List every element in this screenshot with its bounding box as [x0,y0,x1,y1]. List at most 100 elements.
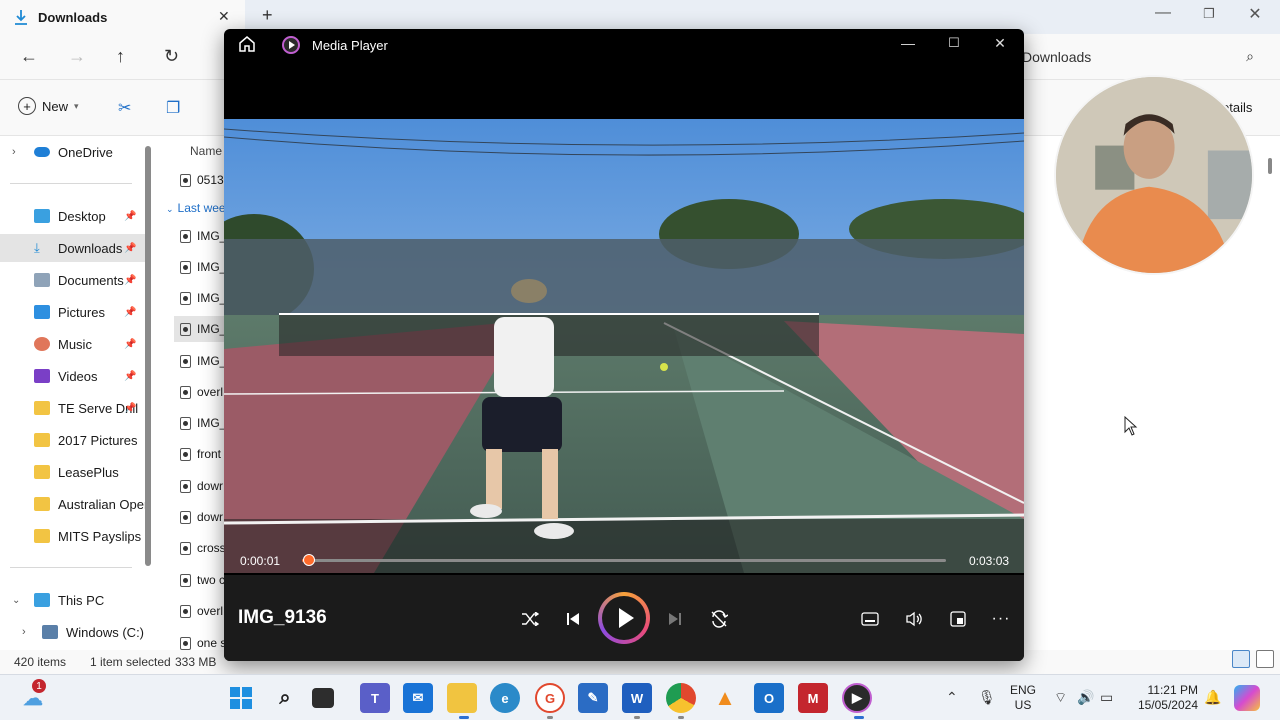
list-item[interactable]: front [174,441,230,467]
chrome-app-icon[interactable]: G [535,683,565,713]
list-item[interactable]: dowr [174,504,230,530]
group-header[interactable]: ⌄ Last wee [166,201,226,215]
close-window-icon[interactable]: ✕ [1232,4,1278,24]
previous-icon[interactable] [559,605,587,633]
microphone-icon[interactable]: 🎙 [978,689,996,706]
sidebar-item-videos[interactable]: Videos 📌 [0,362,146,390]
sidebar-item-music[interactable]: Music 📌 [0,330,146,358]
download-icon [15,10,27,25]
search-icon[interactable]: ⌕ [1246,48,1254,65]
column-header-name[interactable]: Name [190,144,222,158]
sidebar-item-te-serve-drill[interactable]: TE Serve Drill 📌 [0,394,146,422]
list-item[interactable]: overl [174,598,230,624]
chevron-right-icon[interactable]: › [12,146,16,158]
speaker-icon[interactable]: 🔊 [1077,689,1094,706]
sidebar-item-windows-c[interactable]: › Windows (C:) [0,618,146,646]
restore-icon[interactable]: ❐ [1186,6,1232,22]
chevron-right-icon[interactable]: › [22,626,26,638]
sidebar-item-pictures[interactable]: Pictures 📌 [0,298,146,326]
snipping-tool-icon[interactable]: ✎ [578,683,608,713]
list-item-selected[interactable]: IMG_ [174,316,230,342]
list-item[interactable]: IMG_ [174,285,230,311]
word-icon[interactable]: W [622,683,652,713]
wifi-icon[interactable]: ⌔ [1054,689,1067,707]
play-button[interactable] [598,592,650,644]
pin-icon: 📌 [124,306,137,318]
video-frame[interactable] [224,119,1024,573]
chevron-down-icon[interactable]: ⌄ [12,595,20,606]
sidebar-item-2017-pictures[interactable]: 2017 Pictures [0,426,146,454]
close-tab-icon[interactable]: ✕ [218,8,230,25]
chevron-up-icon[interactable]: ⌃ [946,689,958,706]
media-player-taskbar-icon[interactable]: ▶ [842,683,872,713]
sidebar-item-mits-payslips[interactable]: MITS Payslips [0,522,146,550]
list-item[interactable]: IMG_ [174,223,230,249]
active-indicator [854,716,864,719]
cut-icon[interactable]: ✂ [118,98,131,118]
tiles-view-icon[interactable] [1256,650,1274,668]
list-item[interactable]: IMG_ [174,254,230,280]
clock[interactable]: 11:21 PM 15/05/2024 [1128,683,1198,713]
sidebar-item-downloads[interactable]: ⤓ Downloads 📌 [0,234,146,262]
next-icon[interactable] [661,605,689,633]
sidebar-item-label: This PC [58,592,105,608]
teams-icon[interactable]: T [360,683,390,713]
sidebar-item-this-pc[interactable]: ⌄ This PC [0,586,146,614]
home-icon[interactable] [238,35,256,53]
list-item[interactable]: dowr [174,473,230,499]
file-list-scrollbar[interactable] [1268,158,1272,174]
volume-icon[interactable] [900,605,928,633]
sidebar-item-leaseplus[interactable]: LeasePlus [0,458,146,486]
minimize-icon[interactable]: — [1140,4,1186,22]
file-explorer-icon[interactable] [447,683,477,713]
more-options-icon[interactable]: ··· [987,605,1015,633]
mini-player-icon[interactable] [944,605,972,633]
chrome-icon[interactable] [666,683,696,713]
up-icon[interactable]: ↑ [116,46,125,67]
language-indicator[interactable]: ENG US [1010,683,1036,713]
edge-icon[interactable]: e [490,683,520,713]
sidebar-item-label: Desktop [58,208,106,224]
battery-icon[interactable]: ▭ [1100,689,1113,706]
sidebar-scrollbar[interactable] [145,146,151,566]
maximize-icon[interactable]: ☐ [934,35,974,51]
outlook-icon[interactable]: O [754,683,784,713]
mcafee-icon[interactable]: M [798,683,828,713]
list-item[interactable]: overl [174,379,230,405]
new-button[interactable]: + New ▾ [18,97,79,115]
back-icon[interactable]: ← [20,46,38,67]
copy-icon[interactable]: ❐ [166,98,180,118]
search-icon[interactable]: ⌕ [270,683,300,713]
sidebar-item-documents[interactable]: Documents 📌 [0,266,146,294]
forward-icon[interactable]: → [68,46,86,67]
seek-bar[interactable]: 0:00:01 0:03:03 [224,545,1024,575]
refresh-icon[interactable]: ↻ [164,46,179,67]
copilot-icon[interactable] [1234,685,1260,711]
minimize-icon[interactable]: — [888,35,928,51]
repeat-off-icon[interactable] [705,605,733,633]
address-bar[interactable]: Downloads ⌕ [1010,42,1268,72]
sidebar-item-australian-open[interactable]: Australian Open [0,490,151,518]
sidebar-item-onedrive[interactable]: › OneDrive [0,138,146,166]
list-item[interactable]: one s [174,630,230,650]
tab-downloads[interactable]: Downloads ✕ [0,0,245,34]
shuffle-icon[interactable] [516,605,544,633]
captions-icon[interactable] [856,605,884,633]
mail-icon[interactable]: ✉ [403,683,433,713]
task-view-icon[interactable] [312,688,334,708]
list-item[interactable]: two c [174,567,230,593]
sidebar-item-desktop[interactable]: Desktop 📌 [0,202,146,230]
details-view-icon[interactable] [1232,650,1250,668]
vlc-icon[interactable]: ▲ [710,683,740,713]
notifications-icon[interactable]: 🔔 [1204,689,1221,706]
list-item[interactable]: 0513 [174,167,230,193]
close-icon[interactable]: ✕ [980,35,1020,52]
pin-icon: 📌 [124,370,137,382]
list-item[interactable]: IMG_ [174,348,230,374]
start-icon[interactable] [226,683,256,713]
seek-thumb[interactable] [303,554,316,566]
list-item[interactable]: IMG_ [174,410,230,436]
seek-track[interactable] [302,559,946,562]
new-tab-icon[interactable]: + [262,5,273,26]
list-item[interactable]: cross [174,535,230,561]
